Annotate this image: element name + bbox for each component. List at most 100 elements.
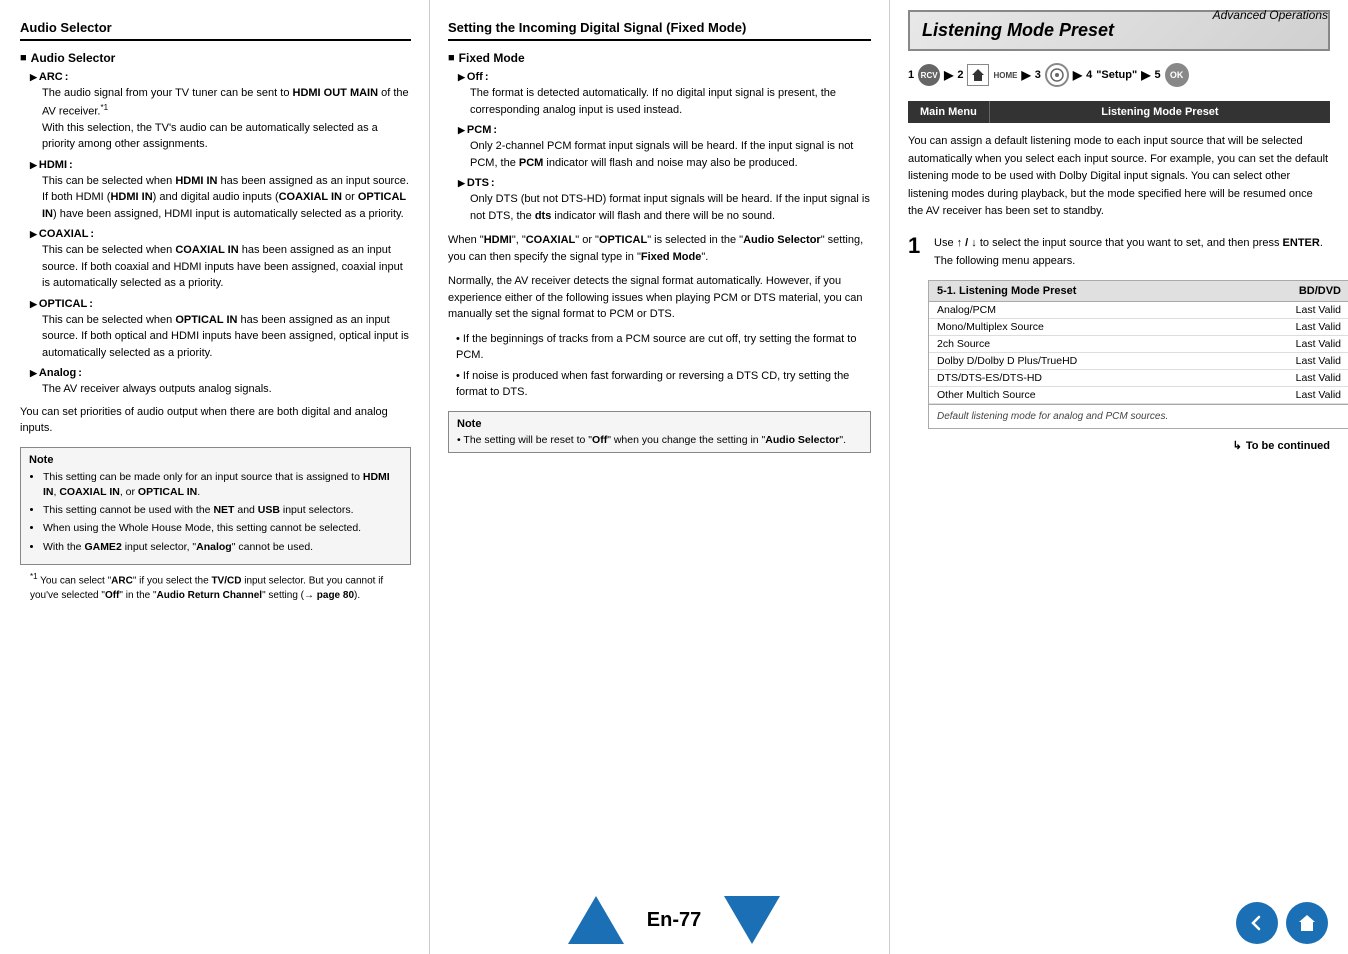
menu-table-header: 5-1. Listening Mode Preset BD/DVD	[929, 281, 1348, 302]
coaxial-item: COAXIAL: This can be selected when COAXI…	[20, 228, 411, 292]
footnote: *1 You can select "ARC" if you select th…	[20, 571, 411, 603]
pcm-title: PCM:	[458, 124, 871, 136]
row-4-right: Last Valid	[1296, 372, 1341, 384]
arrow-2: ▶	[1021, 68, 1030, 82]
menu-bar-right: Listening Mode Preset	[990, 101, 1330, 123]
menu-bar: Main Menu Listening Mode Preset	[908, 101, 1330, 123]
dts-item: DTS: Only DTS (but not DTS-HD) format in…	[448, 177, 871, 224]
row-1-left: Mono/Multiplex Source	[937, 321, 1044, 333]
to-be-continued: To be continued	[908, 439, 1330, 452]
pcm-item: PCM: Only 2-channel PCM format input sig…	[448, 124, 871, 171]
step-num-4: 4	[1086, 69, 1092, 81]
row-1-right: Last Valid	[1296, 321, 1341, 333]
listening-mode-title: Listening Mode Preset	[922, 20, 1316, 41]
row-0-right: Last Valid	[1296, 304, 1341, 316]
left-subsection-title: Audio Selector	[20, 51, 411, 65]
row-3-left: Dolby D/Dolby D Plus/TrueHD	[937, 355, 1077, 367]
mid-after-items: When "HDMI", "COAXIAL" or "OPTICAL" is s…	[448, 232, 871, 265]
off-title: Off:	[458, 71, 871, 83]
mid-bullet-1: • If the beginnings of tracks from a PCM…	[448, 331, 871, 364]
home-nav-button[interactable]	[1286, 902, 1328, 944]
row-5-right: Last Valid	[1296, 389, 1341, 401]
analog-item: Analog: The AV receiver always outputs a…	[20, 367, 411, 398]
arc-title: ARC:	[30, 71, 411, 83]
mid-note-title: Note	[457, 418, 862, 430]
row-4-left: DTS/DTS-ES/DTS-HD	[937, 372, 1042, 384]
analog-title: Analog:	[30, 367, 411, 379]
arrow-1: ▶	[944, 68, 953, 82]
header-title: Advanced Operations	[1213, 8, 1328, 22]
optical-title: OPTICAL:	[30, 298, 411, 310]
table-row: Other Multich Source Last Valid	[929, 387, 1348, 404]
step-num-3: 3	[1035, 69, 1041, 81]
dts-title: DTS:	[458, 177, 871, 189]
mid-subsection-title: Fixed Mode	[448, 51, 871, 65]
analog-body: The AV receiver always outputs analog si…	[30, 381, 411, 398]
step-num-2: 2	[957, 69, 963, 81]
left-note-2: This setting cannot be used with the NET…	[43, 503, 402, 518]
arc-item: ARC: The audio signal from your TV tuner…	[20, 71, 411, 153]
after-items-text: You can set priorities of audio output w…	[20, 404, 411, 437]
left-note-4: With the GAME2 input selector, "Analog" …	[43, 540, 402, 555]
off-item: Off: The format is detected automaticall…	[448, 71, 871, 118]
coaxial-title: COAXIAL:	[30, 228, 411, 240]
table-row: Analog/PCM Last Valid	[929, 302, 1348, 319]
mid-note-box: Note • The setting will be reset to "Off…	[448, 411, 871, 453]
receiver-icon: RCV	[918, 64, 940, 86]
left-note-1: This setting can be made only for an inp…	[43, 470, 402, 500]
mid-normally-text: Normally, the AV receiver detects the si…	[448, 273, 871, 323]
mid-section-title: Setting the Incoming Digital Signal (Fix…	[448, 20, 871, 41]
left-column: Audio Selector Audio Selector ARC: The a…	[0, 0, 430, 954]
row-5-left: Other Multich Source	[937, 389, 1036, 401]
next-page-button[interactable]	[724, 896, 780, 944]
left-notes-list: This setting can be made only for an inp…	[29, 470, 402, 555]
left-note-title: Note	[29, 454, 402, 466]
step-icons-row: 1 RCV ▶ 2 HOME ▶ 3 ▶ 4 "Setup" ▶ 5 OK	[908, 63, 1330, 87]
table-header-right: BD/DVD	[1299, 285, 1341, 297]
step-1-number: 1	[908, 235, 926, 270]
prev-page-button[interactable]	[568, 896, 624, 944]
hdmi-body: This can be selected when HDMI IN has be…	[30, 173, 411, 223]
dts-body: Only DTS (but not DTS-HD) format input s…	[458, 191, 871, 224]
pcm-body: Only 2-channel PCM format input signals …	[458, 138, 871, 171]
bottom-right-icons	[1236, 902, 1328, 944]
optical-item: OPTICAL: This can be selected when OPTIC…	[20, 298, 411, 362]
optical-body: This can be selected when OPTICAL IN has…	[30, 312, 411, 362]
hdmi-item: HDMI: This can be selected when HDMI IN …	[20, 159, 411, 223]
home-icon	[967, 64, 989, 86]
step-num-5: 5	[1154, 69, 1160, 81]
left-section-title: Audio Selector	[20, 20, 411, 41]
left-note-box: Note This setting can be made only for a…	[20, 447, 411, 565]
mid-column: Setting the Incoming Digital Signal (Fix…	[430, 0, 890, 954]
row-2-right: Last Valid	[1296, 338, 1341, 350]
table-row: Mono/Multiplex Source Last Valid	[929, 319, 1348, 336]
back-button[interactable]	[1236, 902, 1278, 944]
mid-bullet-2: • If noise is produced when fast forward…	[448, 368, 871, 401]
selector-icon	[1045, 63, 1069, 87]
home-label: HOME	[993, 71, 1017, 80]
table-footer: Default listening mode for analog and PC…	[929, 404, 1348, 428]
table-header-left: 5-1. Listening Mode Preset	[937, 285, 1076, 297]
row-3-right: Last Valid	[1296, 355, 1341, 367]
description-text: You can assign a default listening mode …	[908, 133, 1330, 221]
row-2-left: 2ch Source	[937, 338, 990, 350]
arrow-up-down: ↑ / ↓	[957, 237, 977, 249]
step-1-instruction: 1 Use ↑ / ↓ to select the input source t…	[908, 235, 1330, 270]
row-0-left: Analog/PCM	[937, 304, 996, 316]
step-1-following: The following menu appears.	[934, 255, 1075, 267]
table-row: DTS/DTS-ES/DTS-HD Last Valid	[929, 370, 1348, 387]
off-body: The format is detected automatically. If…	[458, 85, 871, 118]
page-header: Advanced Operations	[1213, 8, 1328, 22]
mid-note-text: • The setting will be reset to "Off" whe…	[457, 434, 862, 446]
setup-label: "Setup"	[1096, 69, 1137, 81]
arc-body: The audio signal from your TV tuner can …	[30, 85, 411, 153]
menu-bar-left: Main Menu	[908, 101, 990, 123]
ok-icon: OK	[1165, 63, 1189, 87]
left-note-3: When using the Whole House Mode, this se…	[43, 521, 402, 536]
menu-table: 5-1. Listening Mode Preset BD/DVD Analog…	[928, 280, 1348, 429]
coaxial-body: This can be selected when COAXIAL IN has…	[30, 242, 411, 292]
right-column: Listening Mode Preset 1 RCV ▶ 2 HOME ▶ 3…	[890, 0, 1348, 954]
hdmi-title: HDMI:	[30, 159, 411, 171]
step-num-1: 1	[908, 69, 914, 81]
step-1-content: Use ↑ / ↓ to select the input source tha…	[934, 235, 1323, 270]
